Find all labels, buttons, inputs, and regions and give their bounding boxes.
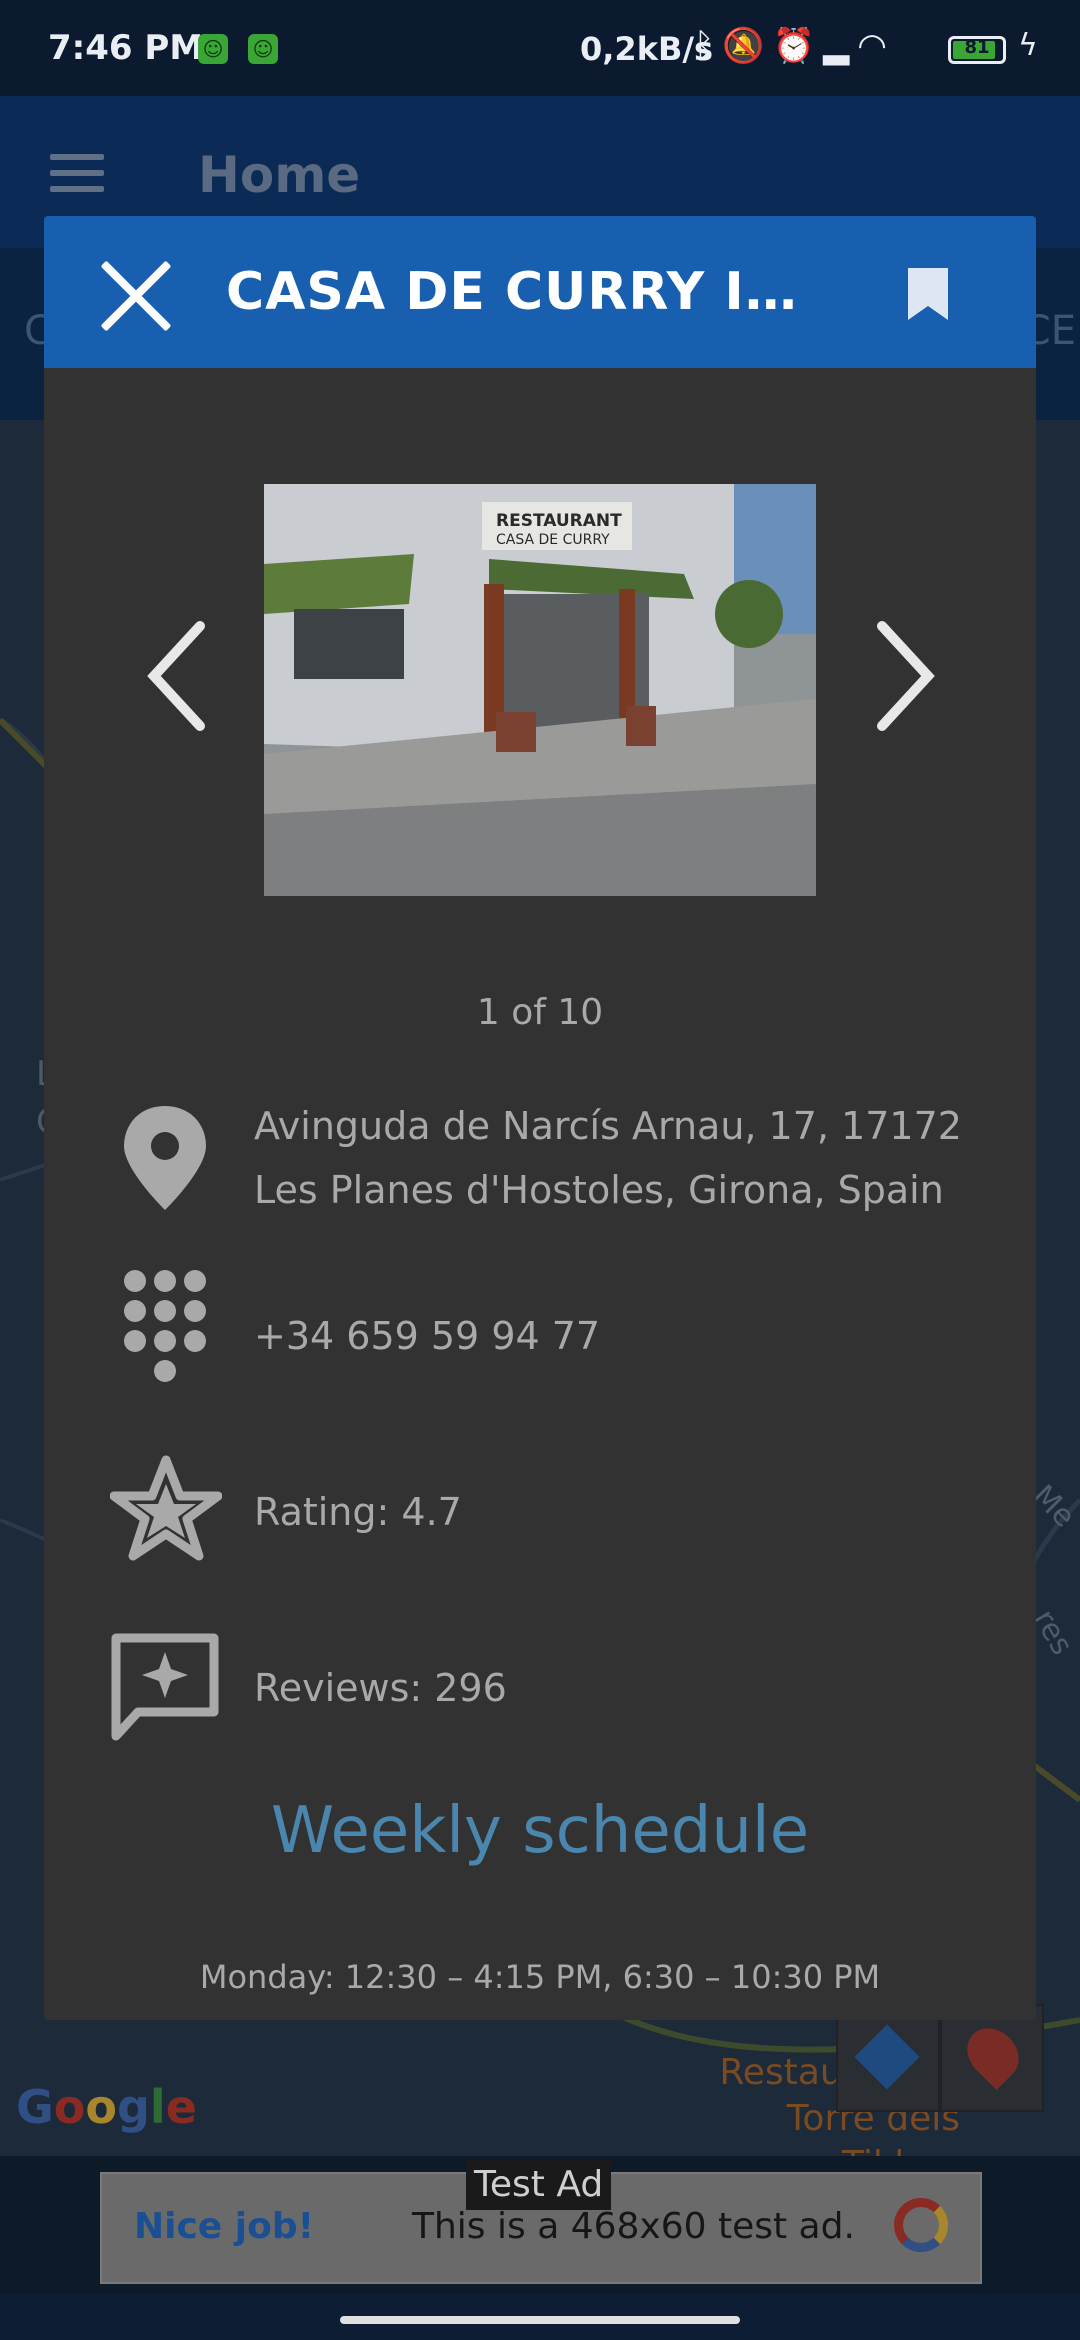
bookmark-icon[interactable] <box>908 268 948 320</box>
status-bar: 7:46 PM ☺ ☺ 0,2kB/s ᛒ🔕⏰▂◠ 81 ϟ <box>0 0 1080 96</box>
ad-body: This is a 468x60 test ad. <box>412 2206 855 2247</box>
battery-icon: 81 <box>948 36 1006 64</box>
alarm-icon: ⏰ <box>772 26 824 66</box>
charging-icon: ϟ <box>1018 28 1038 63</box>
google-logo: Google <box>16 2080 197 2134</box>
review-icon <box>111 1633 219 1741</box>
schedule-monday: Monday: 12:30 – 4:15 PM, 6:30 – 10:30 PM <box>199 1958 881 1996</box>
photo-sign-line2: CASA DE CURRY <box>496 532 610 548</box>
google-maps-icon <box>956 2017 1030 2091</box>
status-time: 7:46 PM <box>48 28 204 68</box>
battery-level: 81 <box>964 37 990 58</box>
place-details-dialog: CASA DE CURRY INDIAN RESTAURANT RESTAURA… <box>44 216 1036 2020</box>
hamburger-icon[interactable] <box>50 154 104 192</box>
wifi-icon: ◠ <box>857 26 895 66</box>
rating-text: Rating: 4.7 <box>254 1490 462 1534</box>
test-ad-label: Test Ad <box>466 2160 612 2210</box>
phone-number[interactable]: +34 659 59 94 77 <box>254 1304 600 1368</box>
signal-icon: ▂ <box>823 26 858 66</box>
chevron-right-icon[interactable] <box>862 616 942 736</box>
dialpad-icon <box>124 1270 206 1382</box>
directions-button[interactable] <box>836 2004 940 2112</box>
android-notification-icon: ☺ <box>248 34 278 64</box>
mute-icon: 🔕 <box>722 26 773 66</box>
address-line1[interactable]: Avinguda de Narcís Arnau, 17, 17172 <box>254 1094 962 1158</box>
photo-counter: 1 of 10 <box>476 992 604 1033</box>
weekly-schedule-title[interactable]: Weekly schedule <box>44 1794 1036 1868</box>
app-title: Home <box>198 146 361 204</box>
restaurant-photo: RESTAURANT CASA DE CURRY <box>264 484 816 896</box>
gesture-bar[interactable] <box>340 2316 740 2324</box>
bluetooth-icon: ᛒ <box>694 26 723 66</box>
open-in-maps-button[interactable] <box>940 2004 1044 2112</box>
ad-headline: Nice job! <box>134 2206 315 2247</box>
chevron-left-icon[interactable] <box>140 616 220 736</box>
address-line2[interactable]: Les Planes d'Hostoles, Girona, Spain <box>254 1158 944 1222</box>
photo-sign-line1: RESTAURANT <box>496 511 622 531</box>
directions-icon <box>854 2024 920 2090</box>
close-icon[interactable] <box>96 256 176 336</box>
ad-logo-icon <box>894 2198 948 2252</box>
location-pin-icon <box>124 1106 206 1210</box>
dialog-header: CASA DE CURRY INDIAN RESTAURANT <box>44 216 1036 368</box>
android-notification-icon: ☺ <box>198 34 228 64</box>
place-photo[interactable]: RESTAURANT CASA DE CURRY <box>264 484 816 896</box>
status-icons: ᛒ🔕⏰▂◠ <box>694 26 895 66</box>
place-title: CASA DE CURRY INDIAN RESTAURANT <box>226 262 826 322</box>
reviews-text: Reviews: 296 <box>254 1666 507 1710</box>
star-icon <box>110 1455 222 1561</box>
